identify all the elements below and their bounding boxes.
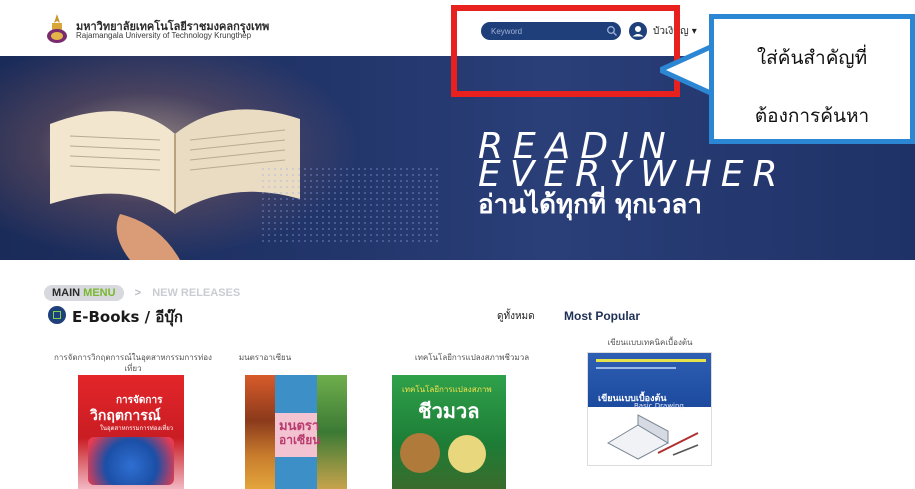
popular-book-title[interactable]: เขียนแบบเทคนิคเบื้องต้น bbox=[590, 337, 710, 348]
see-all-link[interactable]: ดูทั้งหมด bbox=[497, 309, 535, 324]
search-highlight-box bbox=[451, 5, 680, 97]
main-menu-link[interactable]: MAIN MENU bbox=[44, 285, 124, 301]
ebook-icon bbox=[48, 306, 66, 324]
callout-text-line1: ใส่ค้นสำคัญที่ bbox=[756, 47, 868, 69]
cover-rule bbox=[596, 367, 676, 369]
breadcrumb: MAIN MENU > NEW RELEASES bbox=[44, 281, 240, 301]
cover-illustration bbox=[88, 437, 174, 485]
cover-title-main: ชีวมวล bbox=[418, 399, 480, 423]
brand-name-english: Rajamangala University of Technology Kru… bbox=[76, 31, 252, 40]
cover-illustration bbox=[448, 435, 486, 473]
book-title[interactable]: การจัดการวิกฤตการณ์ในอุตสาหกรรมการท่องเท… bbox=[50, 352, 216, 374]
popular-book-cover[interactable]: เขียนแบบเบื้องต้น Basic Drawing bbox=[587, 352, 712, 466]
banner-thai-tagline: อ่านได้ทุกที่ ทุกเวลา bbox=[478, 190, 702, 220]
book-cover[interactable]: การจัดการ วิกฤตการณ์ ในอุตสาหกรรมการท่อง… bbox=[78, 375, 184, 489]
banner-dot-pattern bbox=[260, 166, 440, 246]
cover-illustration bbox=[400, 433, 440, 473]
book-title[interactable]: เทคโนโลยีการแปลงสภาพชีวมวล bbox=[385, 352, 559, 363]
book-title[interactable]: มนตราอาเซียน bbox=[228, 352, 302, 363]
main-menu-prefix: MAIN bbox=[52, 287, 84, 299]
book-cover[interactable]: มนตรา อาเซียน bbox=[245, 375, 347, 489]
university-logo-icon[interactable] bbox=[46, 14, 68, 44]
book-cover[interactable]: เทคโนโลยีการแปลงสภาพ ชีวมวล bbox=[392, 375, 506, 489]
most-popular-title: Most Popular bbox=[564, 309, 641, 323]
callout-text-line2: ต้องการค้นหา bbox=[754, 105, 870, 127]
ebooks-section-title: E-Books / อีบุ๊ก bbox=[72, 308, 183, 326]
main-menu-accent: MENU bbox=[83, 287, 116, 299]
cover-photo-strip bbox=[245, 375, 275, 489]
breadcrumb-separator: > bbox=[134, 287, 142, 299]
cover-subtitle: Basic Drawing bbox=[634, 402, 684, 410]
cover-photo-strip bbox=[317, 375, 347, 489]
cover-title-line2: อาเซียน bbox=[279, 433, 321, 447]
cover-rule bbox=[596, 359, 706, 362]
new-releases-link[interactable]: NEW RELEASES bbox=[152, 287, 240, 299]
instruction-callout: ใส่ค้นสำคัญที่ ต้องการค้นหา bbox=[709, 14, 915, 144]
cover-subtitle: ในอุตสาหกรรมการท่องเที่ยว bbox=[100, 425, 174, 432]
house-drawing-illustration bbox=[606, 414, 699, 460]
